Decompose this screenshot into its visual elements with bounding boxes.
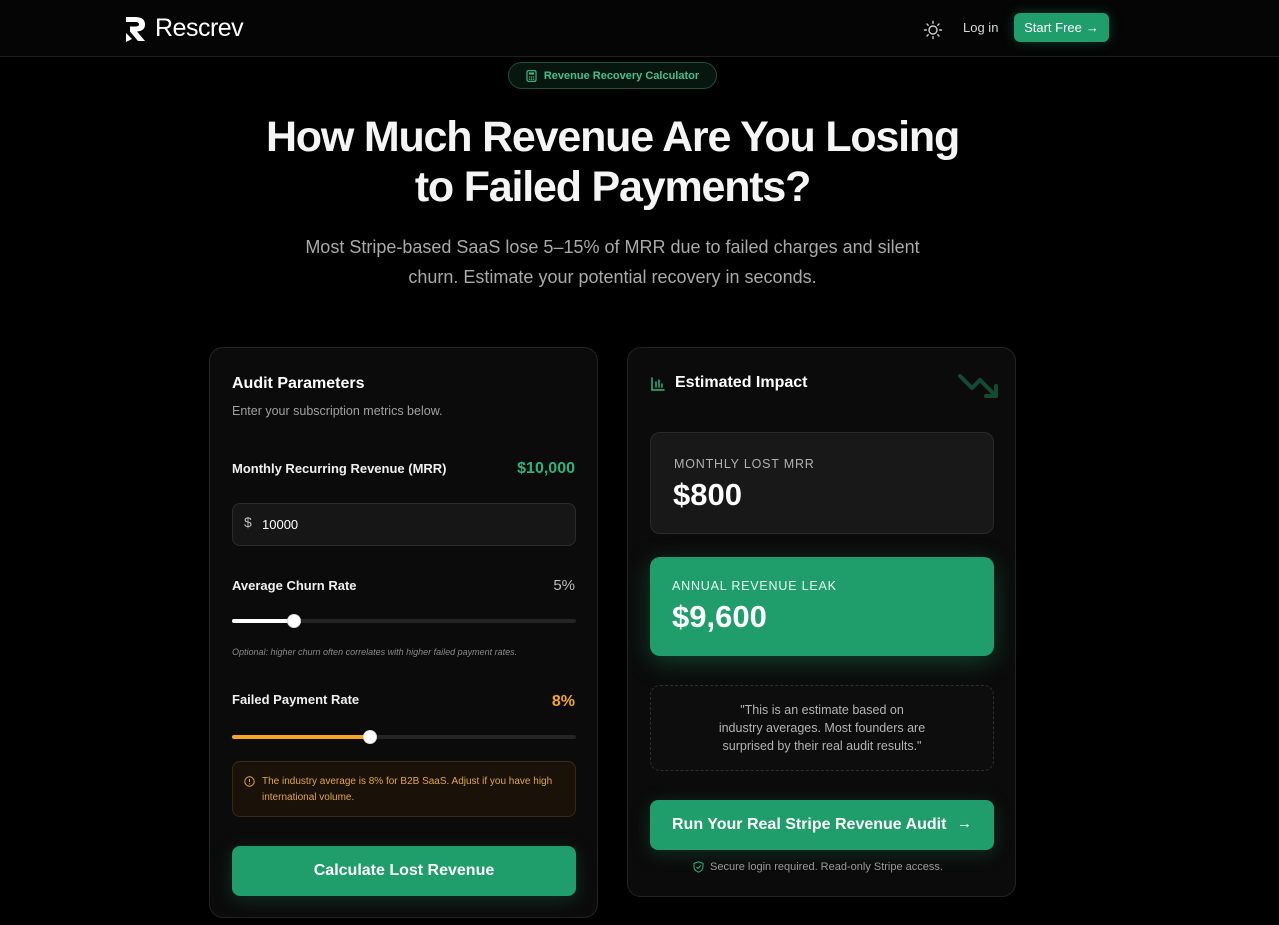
monthly-lost-mrr-panel: MONTHLY LOST MRR $800 (650, 432, 994, 534)
theme-toggle-button[interactable] (922, 19, 944, 41)
login-link[interactable]: Log in (963, 20, 998, 35)
calculator-badge: Revenue Recovery Calculator (508, 62, 717, 89)
slider-thumb[interactable] (363, 730, 377, 744)
estimate-disclaimer: "This is an estimate based on industry a… (650, 685, 994, 771)
brand-logo[interactable]: Rescrev (123, 14, 244, 43)
churn-slider[interactable] (232, 613, 576, 629)
subtitle-line-2: churn. Estimate your potential recovery … (408, 267, 817, 287)
arrow-right-icon: → (1085, 20, 1099, 35)
monthly-lost-label: MONTHLY LOST MRR (674, 457, 815, 471)
mrr-input[interactable] (262, 504, 562, 545)
trending-down-icon (958, 374, 998, 398)
secure-access-note: Secure login required. Read-only Stripe … (693, 861, 943, 873)
mrr-label: Monthly Recurring Revenue (MRR) (232, 461, 447, 476)
bar-chart-icon (651, 377, 665, 391)
brand-name: Rescrev (155, 14, 244, 42)
slider-thumb[interactable] (287, 614, 301, 628)
run-stripe-audit-button[interactable]: Run Your Real Stripe Revenue Audit → (650, 800, 994, 850)
disclaimer-text: "This is an estimate based on industry a… (702, 701, 942, 755)
shield-check-icon (693, 861, 704, 873)
notice-text: The industry average is 8% for B2B SaaS.… (262, 776, 553, 803)
currency-symbol: $ (244, 514, 252, 530)
audit-button-label: Run Your Real Stripe Revenue Audit (672, 816, 947, 833)
annual-revenue-leak-panel: ANNUAL REVENUE LEAK $9,600 (650, 557, 994, 656)
mrr-display-value: $10,000 (517, 460, 575, 477)
churn-hint: Optional: higher churn often correlates … (232, 647, 518, 657)
sun-icon (923, 20, 943, 40)
start-free-button[interactable]: Start Free → (1014, 13, 1109, 42)
page-subtitle: Most Stripe-based SaaS lose 5–15% of MRR… (290, 232, 935, 292)
params-subtitle: Enter your subscription metrics below. (232, 404, 443, 418)
badge-label: Revenue Recovery Calculator (543, 69, 700, 82)
rescrev-logo-icon (126, 16, 145, 42)
disclaimer-line-3: surprised by their real audit results." (722, 739, 922, 753)
churn-label: Average Churn Rate (232, 578, 357, 593)
calculator-icon (526, 69, 537, 82)
estimated-impact-card: Estimated Impact MONTHLY LOST MRR $800 A… (627, 347, 1016, 897)
mrr-input-wrapper[interactable]: $ (232, 503, 576, 546)
annual-leak-label: ANNUAL REVENUE LEAK (672, 579, 837, 593)
churn-display-value: 5% (553, 577, 575, 594)
disclaimer-line-2: industry averages. Most founders are (718, 721, 926, 735)
subtitle-line-1: Most Stripe-based SaaS lose 5–15% of MRR… (305, 237, 920, 257)
failed-payment-label: Failed Payment Rate (232, 692, 360, 707)
secure-text: Secure login required. Read-only Stripe … (710, 861, 943, 873)
start-free-label: Start Free (1024, 20, 1082, 35)
info-icon (244, 776, 255, 787)
industry-average-notice: The industry average is 8% for B2B SaaS.… (232, 761, 576, 817)
page-title: How Much Revenue Are You Losing to Faile… (240, 112, 985, 212)
title-line-2: to Failed Payments? (414, 163, 812, 211)
top-nav: Rescrev Log in Start Free → (0, 0, 1279, 57)
slider-fill (232, 619, 294, 623)
slider-fill (232, 735, 370, 739)
failed-payment-slider[interactable] (232, 729, 576, 745)
params-title: Audit Parameters (232, 375, 365, 392)
title-line-1: How Much Revenue Are You Losing (265, 113, 960, 161)
impact-title: Estimated Impact (675, 374, 808, 391)
disclaimer-line-1: "This is an estimate based on (740, 703, 904, 717)
audit-parameters-card: Audit Parameters Enter your subscription… (209, 347, 598, 918)
calculate-lost-revenue-button[interactable]: Calculate Lost Revenue (232, 846, 576, 896)
failed-payment-display-value: 8% (551, 693, 575, 710)
annual-leak-value: $9,600 (672, 599, 767, 634)
monthly-lost-value: $800 (673, 477, 742, 512)
arrow-right-icon: → (957, 815, 972, 832)
